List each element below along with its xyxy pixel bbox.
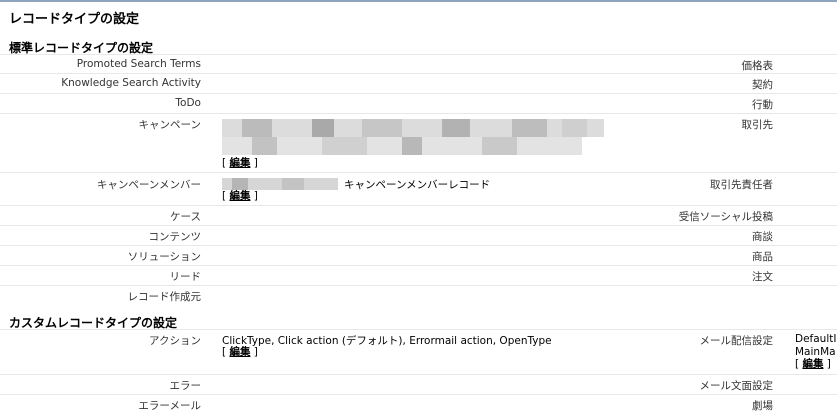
row-label-right: 商品: [752, 251, 773, 263]
row-label: ToDo: [175, 97, 201, 109]
record-type-row: ソリューション 商品: [0, 245, 837, 266]
row-label-right: 取引先: [741, 119, 774, 131]
redacted-record-type: [222, 178, 338, 190]
row-label: Knowledge Search Activity: [61, 77, 201, 89]
record-type-value: キャンペーンメンバーレコード: [344, 179, 491, 191]
record-type-row: レコード作成元: [0, 285, 837, 306]
record-type-row: キャンペーンメンバー 取引先責任者 キャンペーンメンバーレコード [ 編集 ]: [0, 172, 837, 206]
row-label-right: 価格表: [741, 60, 774, 72]
edit-link-wrapper: [ 編集 ]: [222, 190, 258, 202]
record-type-row: Promoted Search Terms 価格表: [0, 54, 837, 73]
edit-link-action[interactable]: 編集: [229, 346, 250, 358]
edit-link-campaign[interactable]: 編集: [229, 157, 250, 169]
edit-link-wrapper: [ 編集 ]: [222, 346, 258, 358]
edit-link-mail-settings[interactable]: 編集: [802, 358, 823, 370]
record-type-row: キャンペーン 取引先 [ 編集 ]: [0, 113, 837, 172]
row-label-right: 行動: [752, 99, 773, 111]
record-type-row: ケース 受信ソーシャル投稿: [0, 205, 837, 226]
row-label: レコード作成元: [127, 291, 202, 303]
page-title: レコードタイプの設定: [9, 12, 140, 27]
edit-link-wrapper-right: [ 編集 ]: [795, 358, 831, 370]
row-label: リード: [169, 271, 202, 283]
record-type-value: ClickType, Click action (デフォルト), Errorma…: [222, 335, 552, 347]
row-label-right: 取引先責任者: [710, 179, 773, 191]
row-label-right: 商談: [752, 231, 773, 243]
row-label: エラー: [169, 380, 202, 392]
record-type-row: ToDo 行動: [0, 93, 837, 114]
row-label-right: メール配信設定: [699, 335, 774, 347]
row-label: ケース: [170, 211, 201, 223]
record-type-row: リード 注文: [0, 265, 837, 286]
edit-link-campaign-member[interactable]: 編集: [229, 190, 250, 202]
row-label: コンテンツ: [148, 231, 202, 243]
row-label: キャンペーン: [138, 119, 201, 131]
row-label-right: 劇場: [752, 400, 773, 412]
record-type-row: エラー メール文面設定: [0, 374, 837, 395]
row-label-right: 契約: [752, 79, 773, 91]
record-type-value-right-2: MainMa: [795, 346, 836, 358]
record-type-row: Knowledge Search Activity 契約: [0, 73, 837, 93]
row-label: エラーメール: [138, 400, 201, 412]
redacted-record-types: [222, 119, 604, 157]
record-type-row: コンテンツ 商談: [0, 225, 837, 246]
row-label: アクション: [149, 335, 201, 347]
row-label: Promoted Search Terms: [76, 58, 201, 70]
record-type-row: アクション メール配信設定 ClickType, Click action (デ…: [0, 329, 837, 374]
row-label-right: 受信ソーシャル投稿: [678, 211, 773, 223]
row-label-right: 注文: [752, 271, 773, 283]
row-label-right: メール文面設定: [699, 380, 774, 392]
record-type-row: エラーメール 劇場: [0, 394, 837, 412]
top-border: [0, 0, 837, 2]
row-label: ソリューション: [127, 251, 201, 263]
record-type-value-right: DefaultI: [795, 333, 837, 345]
edit-link-wrapper: [ 編集 ]: [222, 157, 258, 169]
row-label: キャンペーンメンバー: [96, 179, 201, 191]
